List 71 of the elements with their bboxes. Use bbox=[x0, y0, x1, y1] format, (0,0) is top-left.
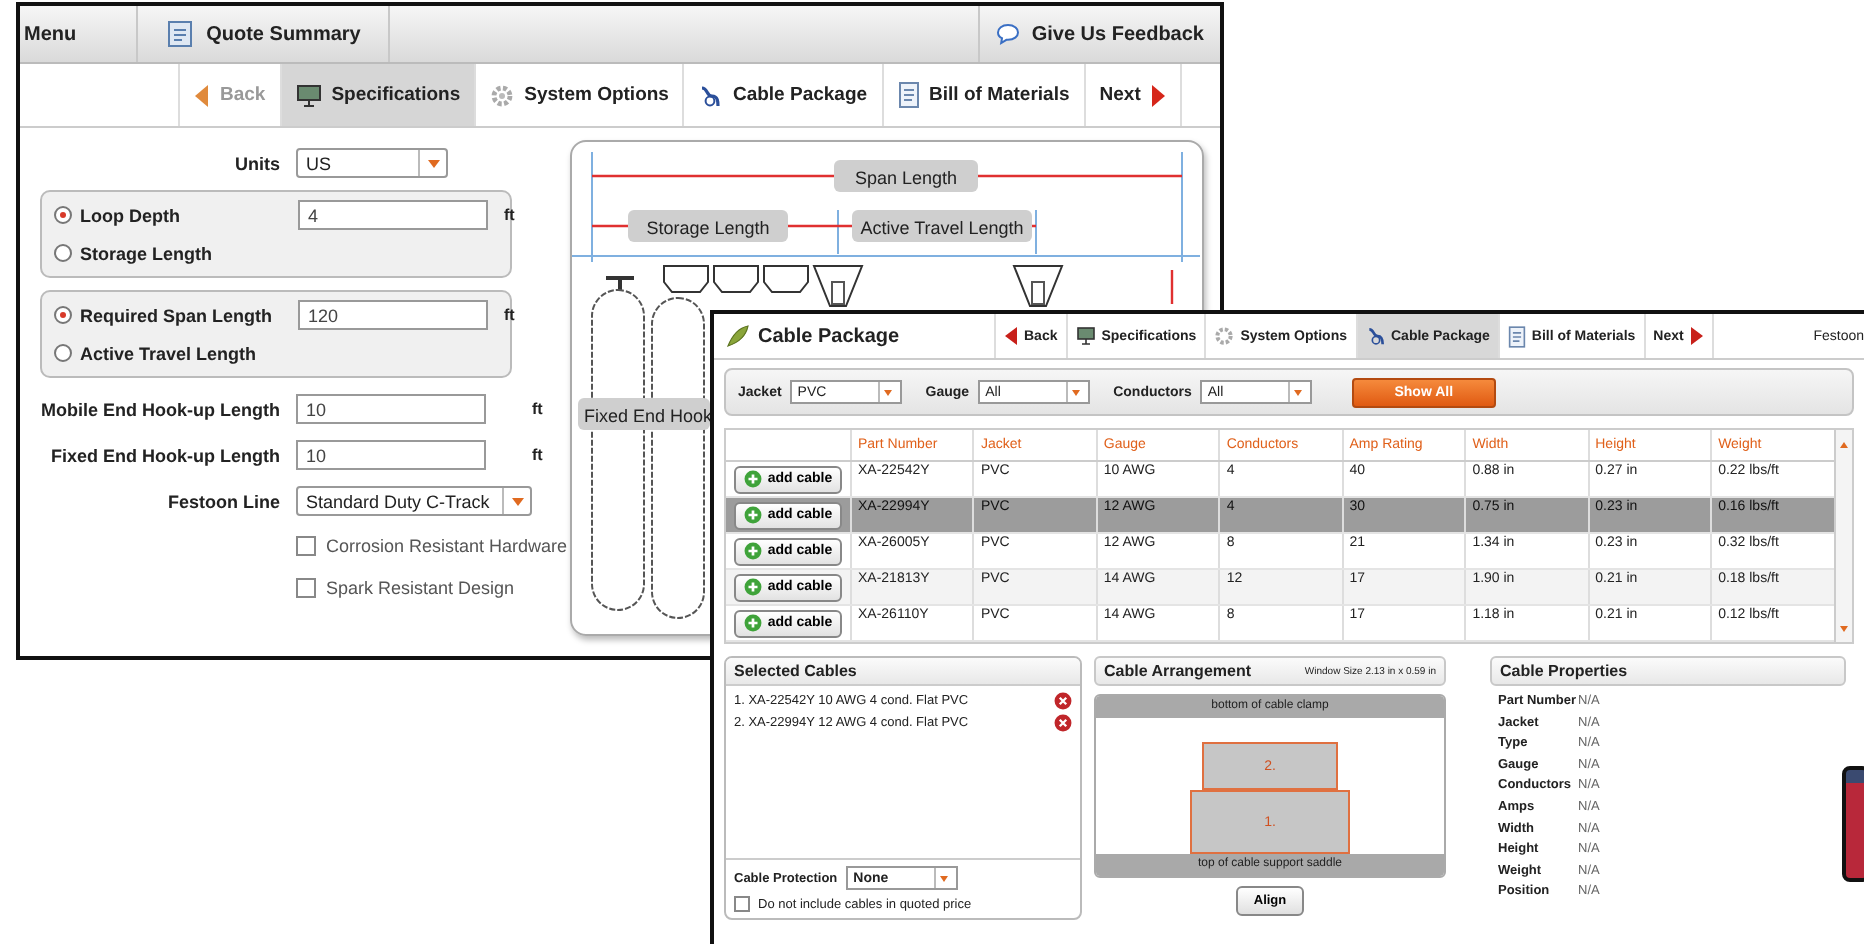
radio-label: Storage Length bbox=[80, 243, 213, 263]
active-travel-length-label: Active Travel Length bbox=[852, 210, 1032, 242]
hookup-length-label: Fixed End Hook bbox=[578, 398, 713, 430]
remove-icon[interactable] bbox=[1054, 692, 1072, 710]
monitor-icon bbox=[295, 83, 322, 107]
nav-tab[interactable]: Cable Package bbox=[682, 64, 882, 126]
speech-bubble-icon bbox=[995, 22, 1020, 46]
nav-tab[interactable]: Bill of Materials bbox=[881, 64, 1084, 126]
document-icon bbox=[166, 20, 195, 48]
plus-icon bbox=[743, 578, 762, 596]
input-field[interactable]: 10 bbox=[296, 394, 486, 424]
window-title: Cable Package bbox=[758, 325, 900, 347]
nav-tab[interactable]: System Options bbox=[474, 64, 683, 126]
radio-label: Required Span Length bbox=[80, 305, 273, 325]
trolley-drawing bbox=[663, 265, 709, 293]
scrollbar[interactable] bbox=[1834, 430, 1852, 642]
field-label: Units bbox=[233, 153, 280, 173]
document-icon bbox=[1507, 325, 1526, 347]
next-arrow-icon bbox=[1689, 326, 1704, 346]
unit-label: ft bbox=[532, 400, 545, 418]
side-tab[interactable] bbox=[1842, 766, 1864, 882]
radio-button[interactable] bbox=[54, 306, 72, 324]
festoon-line-dropdown[interactable]: Standard Duty C-Track bbox=[296, 486, 532, 516]
checkbox-label: Corrosion Resistant Hardware bbox=[326, 535, 568, 555]
radio-button[interactable] bbox=[54, 244, 72, 262]
document-icon bbox=[897, 82, 920, 108]
checkbox[interactable] bbox=[296, 577, 316, 597]
menu-button[interactable]: Menu bbox=[20, 6, 139, 62]
cable-icon bbox=[698, 83, 723, 107]
monitor-icon bbox=[1075, 326, 1096, 346]
field-label: Festoon Line bbox=[166, 491, 280, 511]
radio-button[interactable] bbox=[54, 206, 72, 224]
field-label: Fixed End Hook-up Length bbox=[49, 445, 280, 465]
radio-label: Loop Depth bbox=[80, 205, 180, 225]
panel-title: Cable Arrangement bbox=[1104, 662, 1251, 680]
back-arrow-icon bbox=[194, 83, 210, 107]
span-length-label: Span Length bbox=[834, 160, 978, 192]
gear-icon bbox=[490, 83, 515, 107]
quote-summary-button[interactable]: Quote Summary bbox=[138, 6, 391, 62]
panel-title: Selected Cables bbox=[726, 658, 1080, 686]
storage-length-label: Storage Length bbox=[628, 210, 788, 242]
trolley-drawing bbox=[713, 265, 759, 293]
cable-icon bbox=[1365, 326, 1385, 346]
checkbox[interactable] bbox=[296, 535, 316, 555]
leaf-icon bbox=[726, 324, 750, 348]
back-arrow-icon bbox=[1004, 326, 1018, 346]
hook-icon bbox=[604, 276, 636, 292]
unit-label: ft bbox=[504, 206, 517, 224]
nav-tab[interactable]: Next bbox=[1083, 64, 1183, 126]
panel-title: Cable Properties bbox=[1490, 656, 1846, 686]
radio-button[interactable] bbox=[54, 344, 72, 362]
plus-icon bbox=[743, 506, 762, 524]
feedback-button[interactable]: Give Us Feedback bbox=[977, 6, 1220, 62]
plus-icon bbox=[743, 614, 762, 632]
gear-icon bbox=[1214, 326, 1235, 346]
units-dropdown[interactable]: US bbox=[296, 148, 448, 178]
remove-icon[interactable] bbox=[1054, 714, 1072, 732]
field-label: Mobile End Hook-up Length bbox=[39, 399, 280, 419]
checkbox-label: Spark Resistant Design bbox=[326, 577, 515, 597]
input-field[interactable]: 4 bbox=[298, 200, 488, 230]
next-arrow-icon bbox=[1150, 83, 1167, 107]
unit-label: ft bbox=[504, 306, 517, 324]
checkbox[interactable] bbox=[734, 896, 750, 912]
plus-icon bbox=[743, 470, 762, 488]
trolley-drawing bbox=[763, 265, 809, 293]
input-field[interactable]: 10 bbox=[296, 440, 486, 470]
plus-icon bbox=[743, 542, 762, 560]
input-field[interactable]: 120 bbox=[298, 300, 488, 330]
unit-label: ft bbox=[532, 446, 545, 464]
radio-label: Active Travel Length bbox=[80, 343, 257, 363]
nav-tab[interactable]: Specifications bbox=[279, 64, 475, 126]
